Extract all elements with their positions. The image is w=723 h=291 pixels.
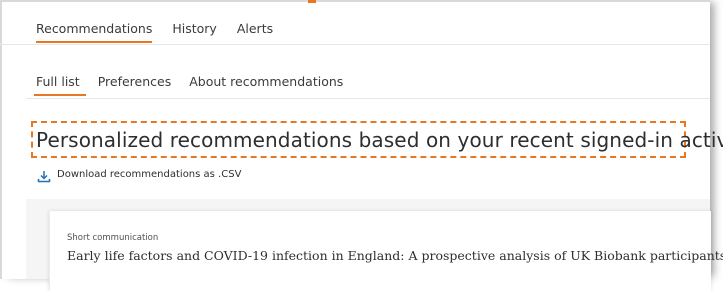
tab-history[interactable]: History <box>172 21 216 36</box>
tab-alerts[interactable]: Alerts <box>237 21 273 36</box>
tab-about-recommendations[interactable]: About recommendations <box>189 74 343 89</box>
article-title-link[interactable]: Early life factors and COVID-19 infectio… <box>67 248 723 263</box>
tab-preferences[interactable]: Preferences <box>98 74 172 89</box>
tab-recommendations[interactable]: Recommendations <box>36 21 153 43</box>
secondary-tabs: Full list Preferences About recommendati… <box>34 74 361 96</box>
page-title: Personalized recommendations based on yo… <box>36 128 723 152</box>
download-csv-link[interactable]: Download recommendations as .CSV <box>37 168 242 183</box>
download-label: Download recommendations as .CSV <box>57 169 242 180</box>
secondary-tabs-divider <box>26 98 710 99</box>
top-accent-mark <box>308 0 316 3</box>
article-type: Short communication <box>67 233 159 243</box>
primary-tabs: Recommendations History Alerts <box>36 21 293 43</box>
download-icon <box>37 168 51 183</box>
primary-tabs-divider <box>0 44 710 45</box>
tab-full-list[interactable]: Full list <box>34 74 86 96</box>
